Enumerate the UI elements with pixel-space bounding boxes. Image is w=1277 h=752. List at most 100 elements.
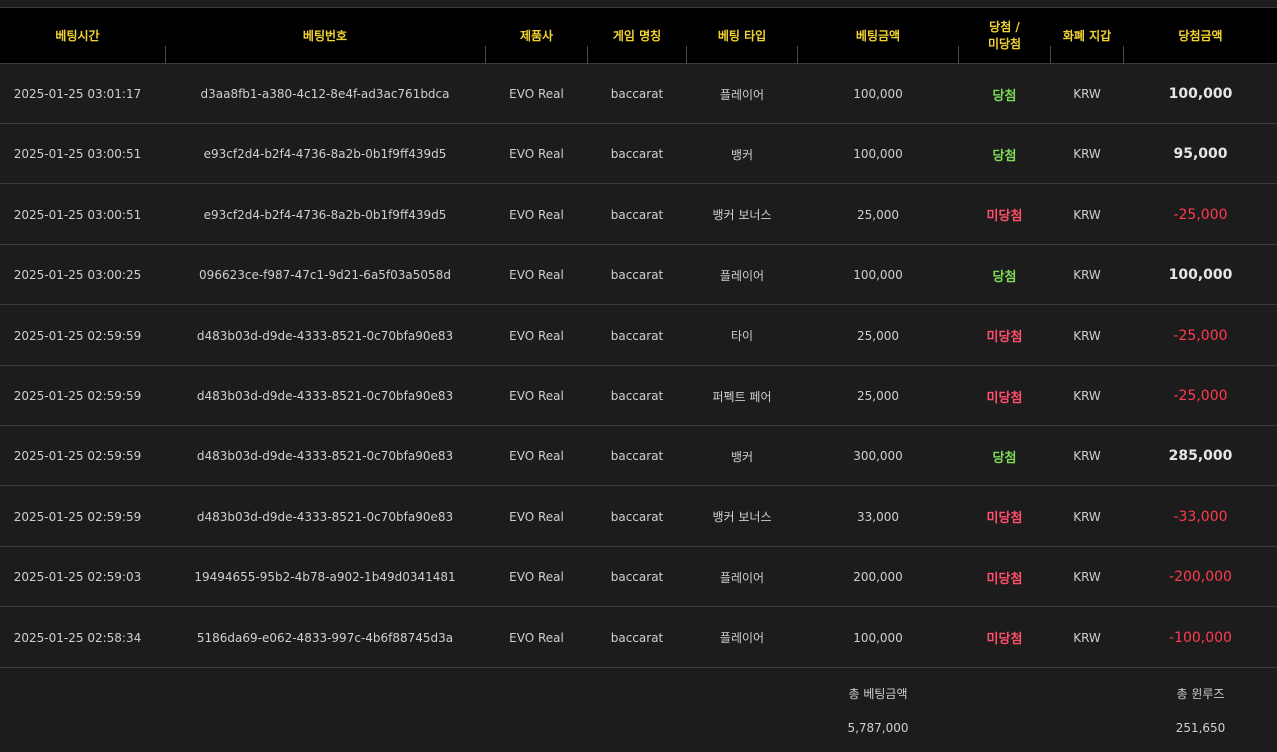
cell-game-name: baccarat [610,449,664,464]
cell-bet-time: 2025-01-25 02:59:59 [13,509,142,524]
cell-bet-id: 19494655-95b2-4b78-a902-1b49d0341481 [194,570,456,585]
header-vendor[interactable]: 제품사 [486,8,587,64]
header-bet-type[interactable]: 베팅 타입 [687,8,797,64]
cell-bet-id: e93cf2d4-b2f4-4736-8a2b-0b1f9ff439d5 [203,147,447,162]
cell-currency: KRW [1073,268,1101,283]
cell-result: 당첨 [992,450,1017,466]
cell-currency: KRW [1073,207,1101,222]
cell-bet-time: 2025-01-25 02:58:34 [13,630,142,645]
table-row[interactable]: 2025-01-25 02:59:59 d483b03d-d9de-4333-85… [0,487,1277,547]
cell-game-name: baccarat [610,509,664,524]
cell-bet-amount: 300,000 [853,449,903,464]
cell-result: 미당첨 [986,209,1023,225]
cell-bet-amount: 25,000 [857,328,899,343]
table-row[interactable]: 2025-01-25 02:58:34 5186da69-e062-4833-99… [0,608,1277,668]
table-row[interactable]: 2025-01-25 03:01:17 d3aa8fb1-a380-4c12-8e… [0,64,1277,124]
cell-currency: KRW [1073,389,1101,403]
cell-payout: 100,000 [1168,86,1233,102]
header-game-name[interactable]: 게임 명칭 [588,8,686,64]
cell-vendor: EVO Real [509,449,564,464]
header-result[interactable]: 당첨 / 미당첨 [959,8,1050,64]
cell-bet-id: d483b03d-d9de-4333-8521-0c70bfa90e83 [196,509,454,524]
cell-payout: 285,000 [1168,448,1233,465]
cell-currency: KRW [1073,449,1101,464]
cell-bet-type: 뱅커 [730,449,754,464]
cell-bet-id: 096623ce-f987-47c1-9d21-6a5f03a5058d [199,268,451,283]
header-separator [485,46,486,64]
cell-result: 미당첨 [986,571,1023,587]
cell-bet-amount: 200,000 [853,570,903,585]
cell-bet-id: d3aa8fb1-a380-4c12-8e4f-ad3ac761bdca [200,87,450,101]
header-payout[interactable]: 당첨금액 [1124,8,1277,64]
cell-bet-id: e93cf2d4-b2f4-4736-8a2b-0b1f9ff439d5 [203,207,447,222]
cell-bet-amount: 100,000 [853,268,903,283]
cell-game-name: baccarat [610,630,664,645]
header-currency-wallet[interactable]: 화폐 지갑 [1051,8,1123,64]
header-separator [797,46,798,64]
header-separator [1123,46,1124,64]
cell-game-name: baccarat [610,328,664,343]
table-row[interactable]: 2025-01-25 02:59:59 d483b03d-d9de-4333-85… [0,306,1277,366]
cell-vendor: EVO Real [509,389,564,403]
cell-payout: 100,000 [1168,267,1233,284]
cell-bet-amount: 33,000 [857,509,899,524]
header-bet-id[interactable]: 베팅번호 [165,8,485,64]
cell-bet-type: 플레이어 [719,87,765,102]
cell-vendor: EVO Real [509,630,564,645]
cell-bet-type: 뱅커 [730,147,754,162]
cell-vendor: EVO Real [509,570,564,585]
cell-result: 당첨 [992,88,1017,104]
cell-bet-type: 뱅커 보너스 [712,510,772,525]
cell-bet-id: 5186da69-e062-4833-997c-4b6f88745d3a [196,630,454,645]
cell-vendor: EVO Real [509,147,564,162]
cell-bet-time: 2025-01-25 02:59:03 [13,570,142,585]
header-separator [165,46,166,64]
cell-bet-id: d483b03d-d9de-4333-8521-0c70bfa90e83 [196,389,454,403]
cell-bet-id: d483b03d-d9de-4333-8521-0c70bfa90e83 [196,328,454,343]
summary-row: 총 베팅금액 5,787,000 총 윈루즈 251,650 [0,668,1277,752]
cell-bet-amount: 25,000 [857,207,899,222]
total-bet-value: 5,787,000 [847,721,909,735]
table-header: 베팅시간 베팅번호 제품사 게임 명칭 베팅 타입 베팅금액 당첨 / 미당첨 … [0,8,1277,64]
cell-bet-type: 뱅커 보너스 [712,208,772,223]
cell-game-name: baccarat [610,147,664,162]
total-winloss-label: 총 윈루즈 [1176,687,1225,701]
cell-payout: -25,000 [1173,388,1228,404]
cell-game-name: baccarat [610,389,664,403]
cell-result: 미당첨 [986,632,1023,648]
cell-bet-time: 2025-01-25 03:00:51 [13,207,142,222]
cell-bet-type: 타이 [730,329,754,344]
cell-result: 당첨 [992,148,1017,164]
cell-currency: KRW [1073,630,1101,645]
header-bet-amount[interactable]: 베팅금액 [798,8,958,64]
cell-payout: -25,000 [1173,206,1228,223]
cell-bet-time: 2025-01-25 02:59:59 [13,389,142,403]
cell-currency: KRW [1073,87,1101,101]
header-separator [1050,46,1051,64]
cell-bet-time: 2025-01-25 03:01:17 [13,87,142,101]
header-bet-time[interactable]: 베팅시간 [0,8,155,64]
cell-currency: KRW [1073,328,1101,343]
total-winloss-value: 251,650 [1175,721,1226,735]
cell-payout: -25,000 [1173,327,1228,344]
table-row[interactable]: 2025-01-25 02:59:59 d483b03d-d9de-4333-85… [0,426,1277,487]
cell-bet-type: 퍼펙트 페어 [712,389,772,404]
cell-bet-time: 2025-01-25 02:59:59 [13,328,142,343]
table-row[interactable]: 2025-01-25 03:00:25 096623ce-f987-47c1-9d… [0,245,1277,306]
table-row[interactable]: 2025-01-25 02:59:59 d483b03d-d9de-4333-85… [0,366,1277,426]
cell-bet-id: d483b03d-d9de-4333-8521-0c70bfa90e83 [196,449,454,464]
table-row[interactable]: 2025-01-25 03:00:51 e93cf2d4-b2f4-4736-8a… [0,124,1277,185]
cell-payout: -100,000 [1169,629,1232,646]
cell-result: 당첨 [992,269,1017,285]
cell-game-name: baccarat [610,570,664,585]
cell-payout: -33,000 [1173,508,1228,525]
cell-game-name: baccarat [610,268,664,283]
cell-bet-type: 플레이어 [719,268,765,283]
cell-payout: 95,000 [1173,146,1228,163]
betting-history-table: 베팅시간 베팅번호 제품사 게임 명칭 베팅 타입 베팅금액 당첨 / 미당첨 … [0,0,1277,752]
table-row[interactable]: 2025-01-25 03:00:51 e93cf2d4-b2f4-4736-8a… [0,185,1277,245]
cell-game-name: baccarat [610,207,664,222]
cell-bet-time: 2025-01-25 03:00:51 [13,147,142,162]
table-row[interactable]: 2025-01-25 02:59:03 19494655-95b2-4b78-a9… [0,547,1277,608]
cell-currency: KRW [1073,509,1101,524]
